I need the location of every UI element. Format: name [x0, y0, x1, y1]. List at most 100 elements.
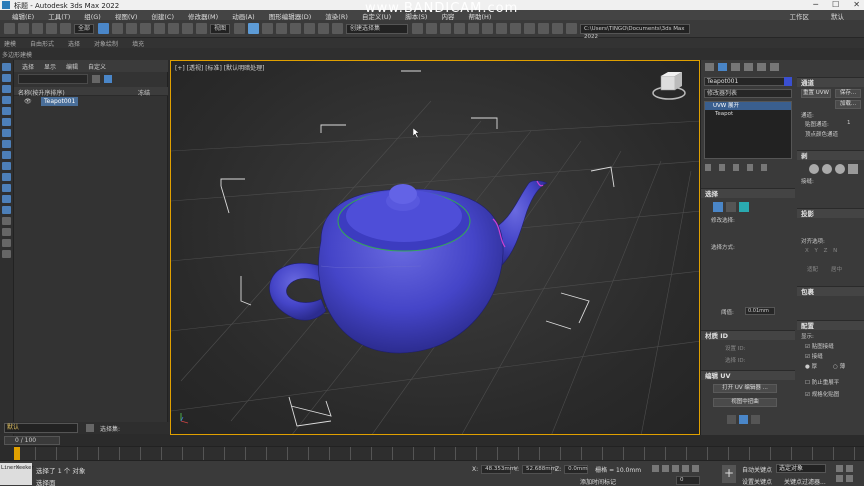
- set-key-icon[interactable]: +: [722, 465, 736, 483]
- quick-align-icon[interactable]: [751, 415, 760, 424]
- next-frame-icon[interactable]: [682, 465, 689, 472]
- undo-icon[interactable]: [4, 23, 15, 34]
- move-icon[interactable]: [154, 23, 166, 34]
- z-coordinate-field[interactable]: 0.0mm: [564, 465, 589, 474]
- filter-icon[interactable]: [2, 239, 11, 247]
- window-crossing-icon[interactable]: [140, 23, 152, 34]
- show-end-result-icon[interactable]: [719, 164, 725, 171]
- ribbon-tab[interactable]: 自由形式: [30, 39, 54, 48]
- display-tab-icon[interactable]: [757, 63, 766, 71]
- edit-uv-header[interactable]: 编辑 UV: [701, 370, 795, 380]
- object-name-field[interactable]: Teapot001: [704, 77, 792, 86]
- percent-snap-icon[interactable]: [304, 23, 316, 34]
- configure-rollout-header[interactable]: 配置: [797, 320, 864, 330]
- visibility-eye-icon[interactable]: 👁: [24, 98, 32, 105]
- hierarchy-tab-icon[interactable]: [731, 63, 740, 71]
- hierarchy-icon[interactable]: [2, 228, 11, 236]
- rendered-frame-icon[interactable]: [524, 23, 536, 34]
- reset-peel-icon[interactable]: [822, 164, 832, 174]
- configure-sets-icon[interactable]: [761, 164, 767, 171]
- keyboard-shortcut-icon[interactable]: [262, 23, 274, 34]
- display-cameras-icon[interactable]: [2, 118, 11, 126]
- reset-uvw-button[interactable]: 重置 UVW: [801, 89, 831, 98]
- utilities-tab-icon[interactable]: [770, 63, 779, 71]
- rect-selection-icon[interactable]: [126, 23, 138, 34]
- channel-rollout-header[interactable]: 通道: [797, 77, 864, 87]
- set-key-button[interactable]: 设置关键点: [742, 477, 772, 486]
- face-mode-icon[interactable]: [739, 202, 749, 212]
- pin-stack-icon[interactable]: [705, 164, 711, 171]
- selection-filter-dropdown[interactable]: 全部: [74, 23, 95, 34]
- modify-tab-icon[interactable]: [718, 63, 727, 71]
- named-selection-dropdown[interactable]: 创建选择集: [346, 23, 409, 34]
- select-object-icon[interactable]: [98, 23, 110, 34]
- object-name[interactable]: Teapot001: [41, 97, 79, 106]
- filter-toggle-icon[interactable]: [104, 75, 112, 83]
- edit-named-selection-icon[interactable]: [332, 23, 344, 34]
- frame-slider[interactable]: 0 / 100: [4, 436, 60, 445]
- explorer-search-input[interactable]: [18, 74, 88, 84]
- object-color-swatch[interactable]: [784, 77, 792, 86]
- edge-mode-icon[interactable]: [726, 202, 736, 212]
- mirror-icon[interactable]: [412, 23, 424, 34]
- maximize-icon[interactable]: ☐: [832, 0, 839, 9]
- center-button[interactable]: 居中: [831, 265, 842, 273]
- load-button[interactable]: 加载...: [835, 100, 861, 109]
- play-icon[interactable]: [672, 465, 679, 472]
- display-xrefs-icon[interactable]: [2, 162, 11, 170]
- select-manipulate-icon[interactable]: [248, 23, 260, 34]
- current-frame-field[interactable]: 0: [676, 476, 700, 485]
- map-channel-radio[interactable]: 贴图通道:: [805, 120, 829, 128]
- peel-rollout-header[interactable]: 剥: [797, 150, 864, 160]
- wrap-rollout-header[interactable]: 包裹: [797, 286, 864, 296]
- pivot-icon[interactable]: [234, 23, 246, 34]
- prevent-reflatten-checkbox[interactable]: ☐ 防止重展平: [805, 378, 839, 386]
- find-icon[interactable]: [92, 75, 100, 83]
- threshold-field[interactable]: 0.01mm: [745, 307, 775, 315]
- display-frozen-icon[interactable]: [2, 195, 11, 203]
- perspective-viewport[interactable]: [+] [透视] [标准] [默认明暗处理]: [170, 60, 700, 435]
- col-name[interactable]: 名称(按升序排序): [18, 88, 65, 97]
- explorer-tab[interactable]: 显示: [44, 62, 56, 71]
- explorer-row[interactable]: 👁 Teapot001: [14, 97, 168, 106]
- minimize-icon[interactable]: ─: [813, 0, 818, 9]
- modifier-list-dropdown[interactable]: 修改器列表: [704, 89, 792, 98]
- remove-modifier-icon[interactable]: [747, 164, 753, 171]
- create-tab-icon[interactable]: [705, 63, 714, 71]
- display-geometry-icon[interactable]: [2, 85, 11, 93]
- pan-icon[interactable]: [836, 475, 843, 482]
- make-unique-icon[interactable]: [733, 164, 739, 171]
- layer-explorer-icon[interactable]: [440, 23, 452, 34]
- spinner-snap-icon[interactable]: [318, 23, 330, 34]
- display-lights-icon[interactable]: [2, 107, 11, 115]
- material-editor-icon[interactable]: [496, 23, 508, 34]
- display-shapes-icon[interactable]: [2, 96, 11, 104]
- align-icon[interactable]: [426, 23, 438, 34]
- auto-key-button[interactable]: 自动关键点: [742, 465, 772, 474]
- ribbon-tab[interactable]: 填充: [132, 39, 144, 48]
- curve-editor-icon[interactable]: [468, 23, 480, 34]
- display-none-icon[interactable]: [2, 63, 11, 71]
- modifier-stack[interactable]: UVW 展开 Teapot: [704, 101, 792, 159]
- quick-planar-icon[interactable]: [727, 415, 736, 424]
- ribbon-tab[interactable]: 建模: [4, 39, 16, 48]
- map-seams-checkbox[interactable]: ☑ 贴图接缝: [805, 342, 834, 350]
- projection-rollout-header[interactable]: 投影: [797, 208, 864, 218]
- folder-icon[interactable]: [566, 23, 578, 34]
- explorer-tab[interactable]: 选择: [22, 62, 34, 71]
- vertex-mode-icon[interactable]: [713, 202, 723, 212]
- sort-icon[interactable]: [2, 217, 11, 225]
- go-to-start-icon[interactable]: [652, 465, 659, 472]
- key-filters-button[interactable]: 关键点过滤器...: [784, 477, 826, 486]
- zoom-icon[interactable]: [836, 465, 843, 472]
- ribbon-tab[interactable]: 对象绘制: [94, 39, 118, 48]
- explorer-tab[interactable]: 编辑: [66, 62, 78, 71]
- snap-toggle-icon[interactable]: [276, 23, 288, 34]
- col-frozen[interactable]: 冻结: [138, 88, 150, 97]
- map-channel-value[interactable]: 1: [847, 120, 851, 126]
- layer-dropdown[interactable]: 默认: [4, 423, 78, 433]
- zoom-all-icon[interactable]: [846, 465, 853, 472]
- angle-snap-icon[interactable]: [290, 23, 302, 34]
- previous-frame-icon[interactable]: [662, 465, 669, 472]
- display-spacewarps-icon[interactable]: [2, 140, 11, 148]
